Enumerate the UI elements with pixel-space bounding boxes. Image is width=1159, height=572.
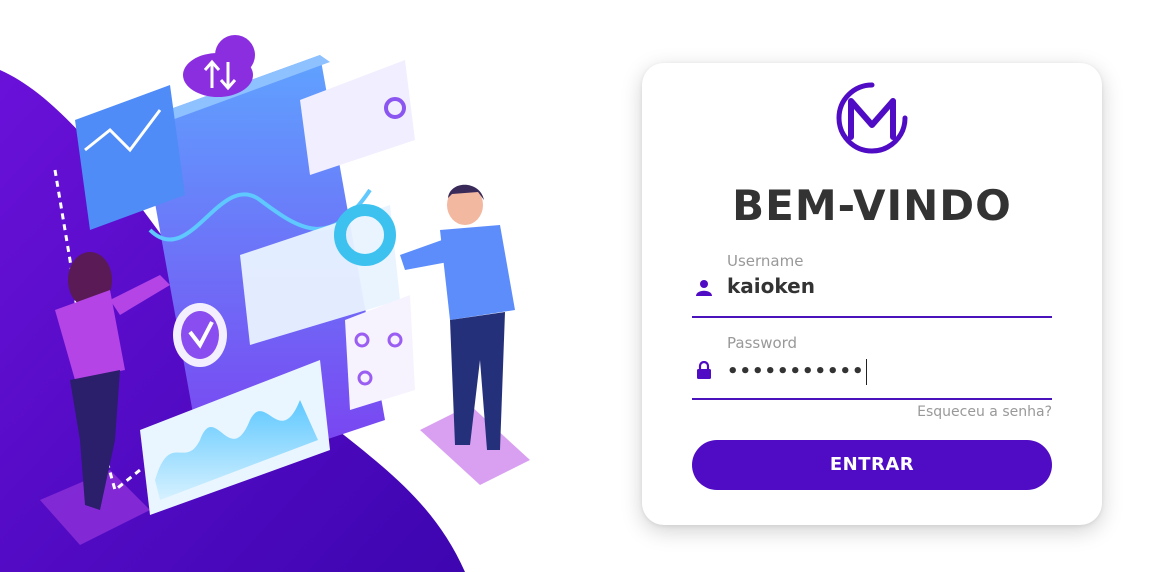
login-card: BEM-VINDO Username kaioken Password ••••…: [642, 63, 1102, 525]
username-underline: [692, 316, 1052, 318]
text-caret: [865, 359, 867, 385]
password-underline: [692, 398, 1052, 400]
username-field[interactable]: Username kaioken: [692, 246, 1052, 318]
welcome-title: BEM-VINDO: [732, 181, 1012, 230]
username-label: Username: [727, 252, 804, 270]
lock-icon: [696, 360, 712, 379]
hero-illustration: [0, 0, 600, 572]
password-field[interactable]: Password •••••••••••: [692, 328, 1052, 400]
forgot-password-link[interactable]: Esqueceu a senha?: [917, 404, 1052, 420]
brand-logo: [835, 81, 909, 155]
user-icon: [696, 279, 712, 297]
password-mask: •••••••••••: [727, 361, 865, 382]
username-input[interactable]: kaioken: [727, 274, 815, 298]
password-input[interactable]: •••••••••••: [727, 359, 867, 385]
login-button[interactable]: ENTRAR: [692, 440, 1052, 490]
password-label: Password: [727, 334, 798, 352]
